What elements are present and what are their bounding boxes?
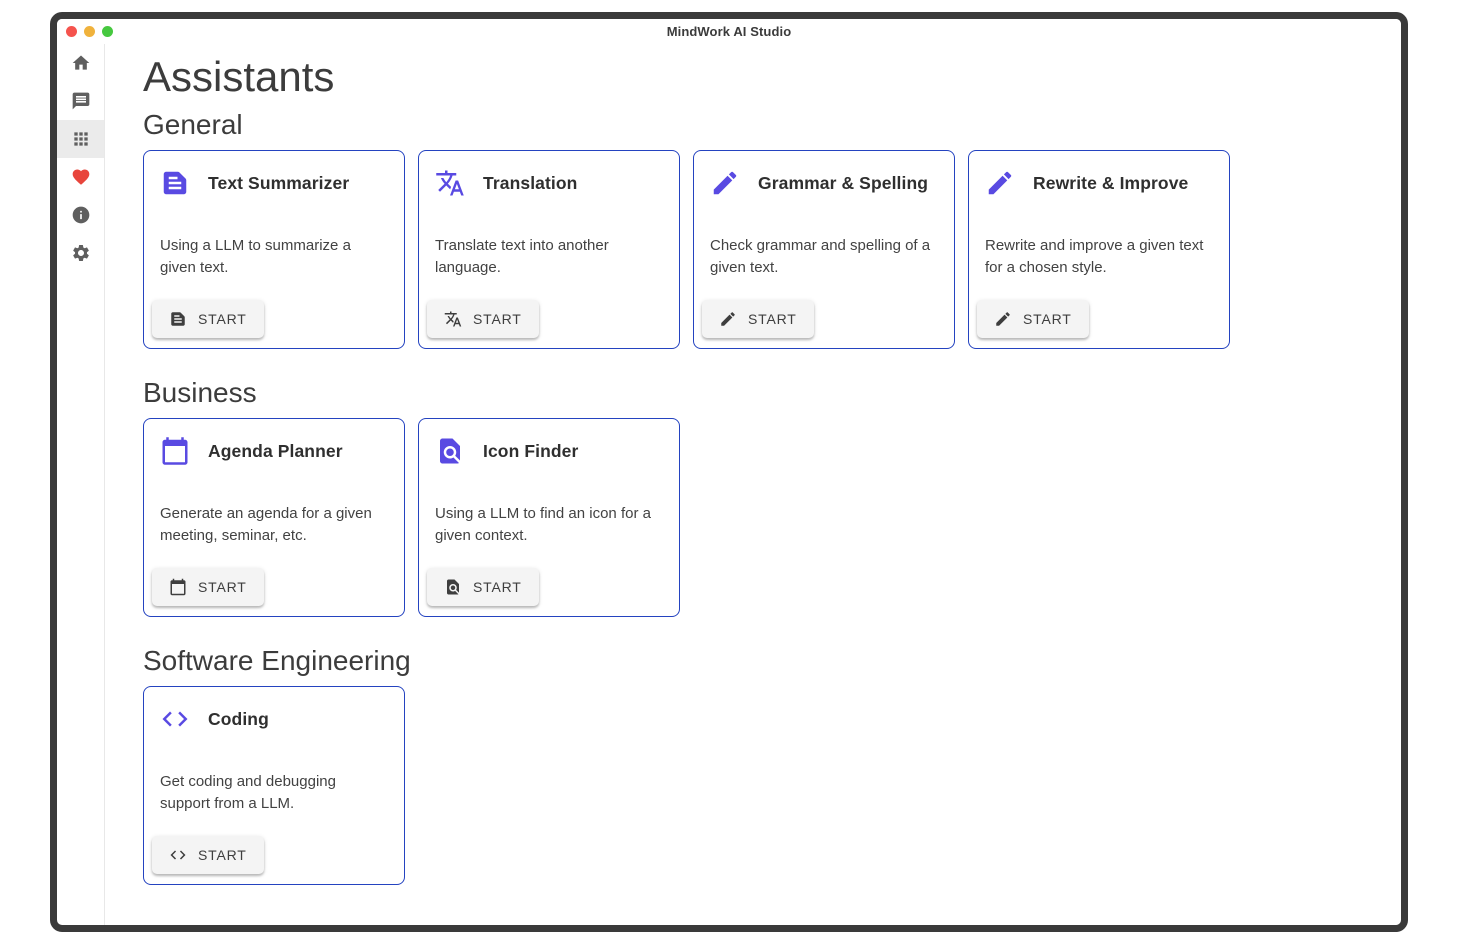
window-title: MindWork AI Studio	[667, 24, 792, 39]
card-title: Grammar & Spelling	[758, 173, 928, 194]
settings-gear-icon	[71, 243, 91, 263]
card-description: Get coding and debugging support from a …	[160, 771, 388, 815]
card-description: Generate an agenda for a given meeting, …	[160, 503, 388, 547]
assistant-card-agenda-planner: Agenda Planner Generate an agenda for a …	[143, 418, 405, 617]
start-translation-button[interactable]: START	[427, 300, 539, 338]
section-title-business: Business	[143, 375, 1381, 410]
text-snippet-icon	[169, 310, 187, 328]
card-header: Agenda Planner	[160, 436, 388, 466]
translate-icon	[435, 168, 465, 198]
main-content: Assistants General Text Summarizer Using…	[105, 44, 1401, 925]
card-description: Using a LLM to find an icon for a given …	[435, 503, 663, 547]
page-title: Assistants	[143, 52, 1381, 102]
zoom-window-button[interactable]	[102, 26, 113, 37]
card-title: Coding	[208, 709, 269, 730]
pencil-icon	[710, 168, 740, 198]
sidebar-item-home[interactable]	[57, 44, 104, 82]
title-bar: MindWork AI Studio	[57, 19, 1401, 44]
start-button-label: START	[1023, 311, 1072, 327]
assistant-card-translation: Translation Translate text into another …	[418, 150, 680, 349]
info-icon	[71, 205, 91, 225]
start-coding-button[interactable]: START	[152, 836, 264, 874]
card-title: Rewrite & Improve	[1033, 173, 1188, 194]
card-title: Agenda Planner	[208, 441, 343, 462]
section-general: General Text Summarizer Using a LLM to s…	[143, 107, 1381, 349]
start-rewrite-improve-button[interactable]: START	[977, 300, 1089, 338]
calendar-icon	[169, 578, 187, 596]
code-icon	[160, 704, 190, 734]
card-header: Rewrite & Improve	[985, 168, 1213, 198]
assistant-card-rewrite-improve: Rewrite & Improve Rewrite and improve a …	[968, 150, 1230, 349]
start-button-label: START	[748, 311, 797, 327]
sidebar	[57, 44, 105, 925]
start-button-label: START	[198, 579, 247, 595]
card-title: Translation	[483, 173, 577, 194]
start-button-label: START	[473, 579, 522, 595]
chat-icon	[71, 91, 91, 111]
section-title-general: General	[143, 107, 1381, 142]
start-icon-finder-button[interactable]: START	[427, 568, 539, 606]
card-title: Icon Finder	[483, 441, 578, 462]
card-title: Text Summarizer	[208, 173, 349, 194]
pencil-icon	[985, 168, 1015, 198]
section-business: Business Agenda Planner Generate an agen…	[143, 375, 1381, 617]
section-title-software-engineering: Software Engineering	[143, 643, 1381, 678]
app-window: MindWork AI Studio Assistants	[50, 12, 1408, 932]
pencil-icon	[719, 310, 737, 328]
minimize-window-button[interactable]	[84, 26, 95, 37]
cards-row-business: Agenda Planner Generate an agenda for a …	[143, 418, 1381, 617]
start-button-label: START	[198, 847, 247, 863]
assistant-card-coding: Coding Get coding and debugging support …	[143, 686, 405, 885]
calendar-icon	[160, 436, 190, 466]
card-description: Check grammar and spelling of a given te…	[710, 235, 938, 279]
code-icon	[169, 846, 187, 864]
assistant-card-text-summarizer: Text Summarizer Using a LLM to summarize…	[143, 150, 405, 349]
card-description: Translate text into another language.	[435, 235, 663, 279]
cards-row-software-engineering: Coding Get coding and debugging support …	[143, 686, 1381, 885]
card-description: Rewrite and improve a given text for a c…	[985, 235, 1213, 279]
pencil-icon	[994, 310, 1012, 328]
traffic-lights	[66, 19, 113, 44]
app-body: Assistants General Text Summarizer Using…	[57, 44, 1401, 925]
start-button-label: START	[198, 311, 247, 327]
home-icon	[71, 53, 91, 73]
translate-icon	[444, 310, 462, 328]
sidebar-item-chats[interactable]	[57, 82, 104, 120]
start-grammar-spelling-button[interactable]: START	[702, 300, 814, 338]
close-window-button[interactable]	[66, 26, 77, 37]
sidebar-item-supporters[interactable]	[57, 158, 104, 196]
find-in-page-icon	[444, 578, 462, 596]
start-text-summarizer-button[interactable]: START	[152, 300, 264, 338]
card-description: Using a LLM to summarize a given text.	[160, 235, 388, 279]
sidebar-item-assistants[interactable]	[57, 120, 104, 158]
find-in-page-icon	[435, 436, 465, 466]
section-software-engineering: Software Engineering Coding Get coding a…	[143, 643, 1381, 885]
card-header: Text Summarizer	[160, 168, 388, 198]
apps-grid-icon	[71, 129, 91, 149]
assistant-card-grammar-spelling: Grammar & Spelling Check grammar and spe…	[693, 150, 955, 349]
card-header: Grammar & Spelling	[710, 168, 938, 198]
start-agenda-planner-button[interactable]: START	[152, 568, 264, 606]
heart-icon	[71, 167, 91, 187]
assistant-card-icon-finder: Icon Finder Using a LLM to find an icon …	[418, 418, 680, 617]
card-header: Icon Finder	[435, 436, 663, 466]
sidebar-item-settings[interactable]	[57, 234, 104, 272]
start-button-label: START	[473, 311, 522, 327]
sidebar-item-about[interactable]	[57, 196, 104, 234]
cards-row-general: Text Summarizer Using a LLM to summarize…	[143, 150, 1381, 349]
card-header: Translation	[435, 168, 663, 198]
text-snippet-icon	[160, 168, 190, 198]
card-header: Coding	[160, 704, 388, 734]
